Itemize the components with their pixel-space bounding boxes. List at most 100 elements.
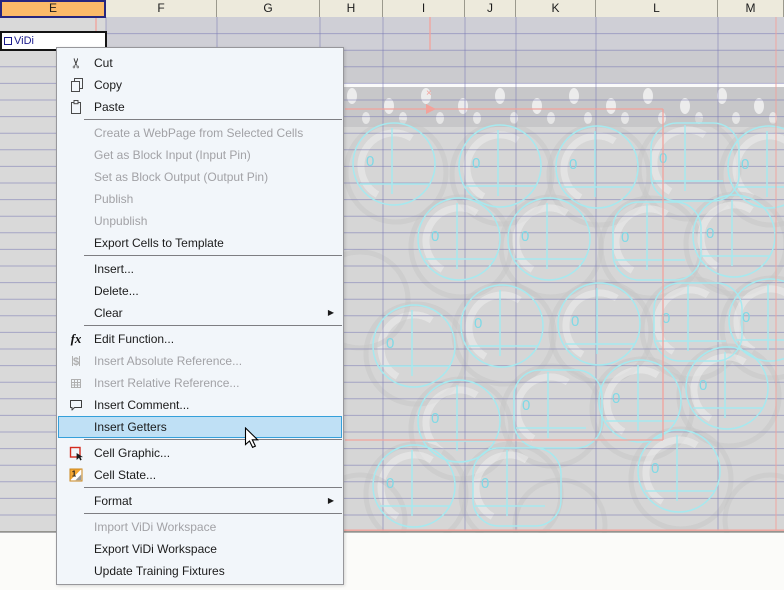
menu-item-label: Update Training Fixtures xyxy=(94,564,225,578)
fx-icon: fx xyxy=(64,328,88,350)
mouse-cursor-icon xyxy=(244,427,262,451)
column-header-k[interactable]: K xyxy=(516,0,596,17)
menu-item-label: Unpublish xyxy=(94,214,147,228)
menu-item-label: Cell Graphic... xyxy=(94,446,170,460)
submenu-arrow-icon: ▶ xyxy=(328,490,334,512)
insight-spreadsheet: 000000000000000000000× ViDi EFGHIJKLM ✂C… xyxy=(0,0,784,590)
svg-text:×: × xyxy=(426,88,432,99)
menu-item-clear[interactable]: Clear ▶ xyxy=(57,302,343,324)
relative-reference-icon xyxy=(64,372,88,394)
menu-item-label: Export ViDi Workspace xyxy=(94,542,217,556)
menu-item-update-training-fixtures[interactable]: Update Training Fixtures xyxy=(57,560,343,582)
detection-label: 0 xyxy=(706,225,714,242)
menu-item-label: Insert... xyxy=(94,262,134,276)
menu-item-label: Edit Function... xyxy=(94,332,174,346)
menu-item-insert-getters[interactable]: Insert Getters xyxy=(58,416,342,438)
menu-item-label: Get as Block Input (Input Pin) xyxy=(94,148,251,162)
menu-item-label: Insert Absolute Reference... xyxy=(94,354,242,368)
detection-label: 0 xyxy=(621,229,629,246)
menu-item-publish[interactable]: Publish xyxy=(57,188,343,210)
comment-icon xyxy=(64,394,88,416)
cut-icon: ✂ xyxy=(64,52,88,74)
menu-item-insert-comment[interactable]: Insert Comment... xyxy=(57,394,343,416)
menu-separator xyxy=(84,439,342,440)
menu-separator xyxy=(84,119,342,120)
menu-item-label: Set as Block Output (Output Pin) xyxy=(94,170,268,184)
column-header-m[interactable]: M xyxy=(718,0,784,17)
menu-item-cut[interactable]: ✂ Cut xyxy=(57,52,343,74)
svg-text:1: 1 xyxy=(72,470,77,479)
column-header-f[interactable]: F xyxy=(106,0,217,17)
menu-item-export-cells-to-template[interactable]: Export Cells to Template xyxy=(57,232,343,254)
detection-label: 0 xyxy=(481,475,489,492)
cell-graphic-icon xyxy=(64,442,88,464)
detection-label: 0 xyxy=(699,377,707,394)
menu-item-insert-relative-reference[interactable]: Insert Relative Reference... xyxy=(57,372,343,394)
detection-label: 0 xyxy=(741,156,749,173)
menu-item-label: Insert Getters xyxy=(94,420,167,434)
menu-item-export-vidi-workspace[interactable]: Export ViDi Workspace xyxy=(57,538,343,560)
detection-label: 0 xyxy=(431,228,439,245)
menu-item-unpublish[interactable]: Unpublish xyxy=(57,210,343,232)
cell-state-icon: 1 xyxy=(64,464,88,486)
vidi-tool-icon xyxy=(4,37,12,45)
detection-label: 0 xyxy=(521,228,529,245)
menu-item-label: Import ViDi Workspace xyxy=(94,520,216,534)
menu-item-cell-graphic[interactable]: Cell Graphic... xyxy=(57,442,343,464)
menu-item-label: Publish xyxy=(94,192,133,206)
menu-item-label: Insert Relative Reference... xyxy=(94,376,239,390)
menu-item-label: Format xyxy=(94,494,132,508)
detection-label: 0 xyxy=(569,156,577,173)
svg-text:$: $ xyxy=(73,356,79,368)
menu-item-label: Cut xyxy=(94,56,113,70)
menu-separator xyxy=(84,513,342,514)
column-header-h[interactable]: H xyxy=(320,0,383,17)
menu-item-label: Cell State... xyxy=(94,468,156,482)
menu-separator xyxy=(84,487,342,488)
menu-item-edit-function[interactable]: fx Edit Function... xyxy=(57,328,343,350)
column-header-e[interactable]: E xyxy=(0,0,106,18)
menu-item-create-a-webpage-from-selected-cells[interactable]: Create a WebPage from Selected Cells xyxy=(57,122,343,144)
menu-item-get-as-block-input-input-pin[interactable]: Get as Block Input (Input Pin) xyxy=(57,144,343,166)
column-header-i[interactable]: I xyxy=(383,0,465,17)
menu-separator xyxy=(84,325,342,326)
active-cell-text: ViDi xyxy=(14,35,34,47)
menu-item-label: Copy xyxy=(94,78,122,92)
paste-icon xyxy=(64,96,88,118)
detection-label: 0 xyxy=(742,309,750,326)
detection-label: 0 xyxy=(651,460,659,477)
detection-label: 0 xyxy=(472,155,480,172)
menu-item-label: Export Cells to Template xyxy=(94,236,224,250)
column-header-j[interactable]: J xyxy=(465,0,516,17)
menu-separator xyxy=(84,255,342,256)
detection-label: 0 xyxy=(386,335,394,352)
context-menu: ✂ Cut Copy Paste Create a WebPage from Selec… xyxy=(56,47,344,585)
menu-item-label: Clear xyxy=(94,306,123,320)
column-header-g[interactable]: G xyxy=(217,0,320,17)
column-header-l[interactable]: L xyxy=(596,0,718,17)
detection-label: 0 xyxy=(522,397,530,414)
absolute-reference-icon: $ xyxy=(64,350,88,372)
menu-item-copy[interactable]: Copy xyxy=(57,74,343,96)
menu-item-insert[interactable]: Insert... xyxy=(57,258,343,280)
menu-item-set-as-block-output-output-pin[interactable]: Set as Block Output (Output Pin) xyxy=(57,166,343,188)
menu-item-delete[interactable]: Delete... xyxy=(57,280,343,302)
menu-item-label: Create a WebPage from Selected Cells xyxy=(94,126,303,140)
menu-item-format[interactable]: Format ▶ xyxy=(57,490,343,512)
menu-item-label: Paste xyxy=(94,100,125,114)
menu-item-label: Delete... xyxy=(94,284,139,298)
menu-item-insert-absolute-reference[interactable]: $ Insert Absolute Reference... xyxy=(57,350,343,372)
detection-label: 0 xyxy=(612,390,620,407)
detection-label: 0 xyxy=(366,153,374,170)
copy-icon xyxy=(64,74,88,96)
menu-item-paste[interactable]: Paste xyxy=(57,96,343,118)
menu-item-cell-state[interactable]: 1 Cell State... xyxy=(57,464,343,486)
detection-label: 0 xyxy=(571,313,579,330)
detection-label: 0 xyxy=(474,315,482,332)
submenu-arrow-icon: ▶ xyxy=(328,302,334,324)
detection-label: 0 xyxy=(431,410,439,427)
detection-label: 0 xyxy=(386,475,394,492)
menu-item-label: Insert Comment... xyxy=(94,398,189,412)
menu-item-import-vidi-workspace[interactable]: Import ViDi Workspace xyxy=(57,516,343,538)
column-header-row: EFGHIJKLM xyxy=(0,0,784,17)
